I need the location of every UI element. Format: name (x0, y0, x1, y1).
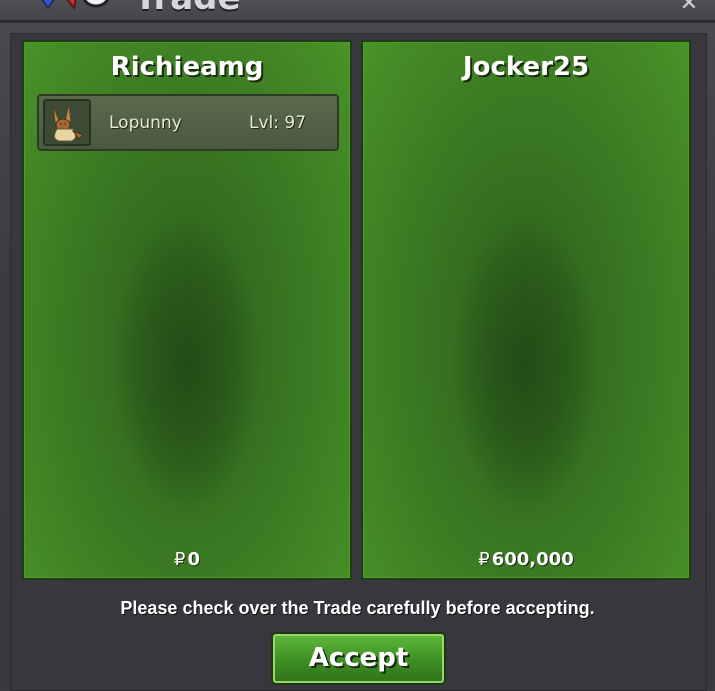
pokemon-sprite-frame (43, 99, 91, 146)
close-icon: ✕ (679, 0, 699, 16)
money-amount: 600,000 (491, 549, 574, 570)
pokeball-icon (41, 0, 110, 11)
pokemon-level: Lvl: 97 (249, 113, 307, 133)
trader-name: Richieamg (110, 52, 264, 82)
currency-symbol: ₽ (478, 549, 490, 570)
partner-offer-panel: Jocker25 ₽600,000 (361, 40, 691, 580)
window-title: Trade (134, 0, 241, 18)
title-bar[interactable]: Trade ✕ (0, 0, 715, 23)
currency-symbol: ₽ (174, 549, 186, 570)
lopunny-sprite-icon (52, 103, 84, 142)
money-amount: 0 (187, 549, 200, 570)
money-offer: ₽0 (24, 549, 350, 570)
trade-notice: Please check over the Trade carefully be… (120, 598, 595, 618)
trade-window: Trade ✕ Richieamg Lopunny Lvl: 97 (0, 0, 715, 691)
accept-button[interactable]: Accept (273, 634, 444, 683)
pokemon-name: Lopunny (109, 113, 182, 133)
money-offer: ₽600,000 (363, 549, 689, 570)
trader-name: Jocker25 (462, 52, 590, 82)
accept-button-label: Accept (308, 643, 409, 673)
my-offer-panel: Richieamg Lopunny Lvl: 97 ₽0 (22, 40, 352, 580)
pokemon-slot[interactable]: Lopunny Lvl: 97 (37, 94, 339, 151)
close-button[interactable]: ✕ (677, 0, 701, 16)
